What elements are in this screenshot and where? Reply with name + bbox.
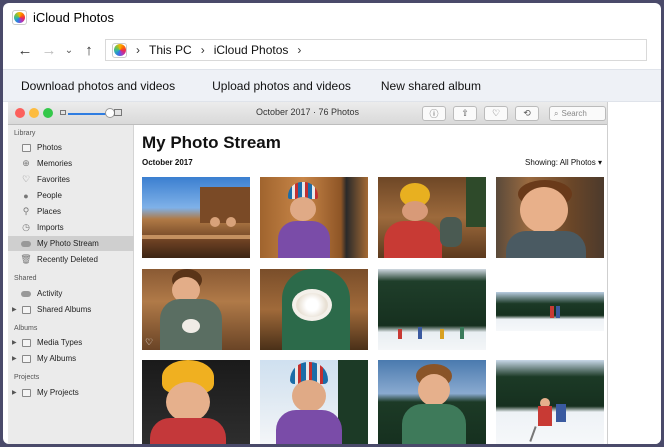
- photos-icon: [21, 143, 31, 152]
- breadcrumb-separator-icon: ›: [200, 43, 205, 57]
- search-icon: ⌕: [554, 108, 559, 118]
- heart-icon: ♡: [21, 174, 31, 184]
- sidebar-item-label: People: [37, 191, 62, 200]
- cloud-icon: [21, 289, 31, 298]
- sidebar-item-favorites[interactable]: ♡ Favorites: [8, 172, 134, 187]
- window-title: iCloud Photos: [33, 9, 114, 25]
- sidebar-item-label: Recently Deleted: [37, 255, 98, 264]
- title-bar: iCloud Photos: [3, 3, 661, 31]
- sidebar-item-label: My Photo Stream: [37, 239, 99, 248]
- photo-thumbnail[interactable]: [378, 269, 486, 350]
- page-title: My Photo Stream: [142, 133, 281, 152]
- sidebar-item-label: Activity: [37, 289, 63, 298]
- sidebar-item-label: My Albums: [37, 354, 77, 363]
- share-icon[interactable]: ⇧: [453, 106, 477, 121]
- sidebar-item-places[interactable]: ⚲ Places: [8, 204, 134, 219]
- favorite-heart-icon: ♡: [145, 337, 154, 347]
- sidebar-item-imports[interactable]: ◷ Imports: [8, 220, 134, 235]
- photos-app-window: October 2017 · 76 Photos ⓘ ⇧ ♡ ⟲ ⌕ Searc…: [8, 102, 608, 444]
- sidebar-item-activity[interactable]: Activity: [8, 286, 134, 301]
- search-placeholder: Search: [561, 109, 587, 118]
- sidebar-item-label: Favorites: [37, 175, 70, 184]
- clock-icon: ◷: [22, 222, 30, 232]
- breadcrumb-separator-icon[interactable]: ›: [297, 43, 301, 57]
- icloud-photos-path-icon: [112, 42, 127, 58]
- folder-icon: [21, 354, 31, 363]
- up-arrow-icon[interactable]: ↑: [77, 38, 101, 62]
- cloud-icon: [21, 239, 31, 248]
- path-box[interactable]: › This PC › iCloud Photos ›: [105, 39, 647, 61]
- sidebar-item-label: My Projects: [37, 388, 79, 397]
- folder-icon: [21, 388, 31, 397]
- disclosure-triangle-icon[interactable]: ▶: [12, 339, 17, 346]
- sidebar-item-label: Shared Albums: [37, 305, 92, 314]
- library-header: Library: [14, 130, 36, 137]
- search-field[interactable]: ⌕ Search: [549, 106, 606, 121]
- explorer-right-pane: [608, 102, 661, 444]
- projects-header: Projects: [14, 374, 40, 381]
- breadcrumb-icloud-photos[interactable]: iCloud Photos: [214, 43, 289, 57]
- person-icon: ●: [23, 190, 29, 201]
- albums-header: Albums: [14, 325, 38, 332]
- sidebar-item-shared-albums[interactable]: ▶ Shared Albums: [8, 302, 134, 317]
- icloud-photos-app-icon: [12, 9, 27, 25]
- sidebar-item-label: Memories: [37, 159, 73, 168]
- pin-icon: ⚲: [22, 206, 30, 216]
- download-photos-button[interactable]: Download photos and videos: [21, 79, 175, 93]
- disclosure-triangle-icon[interactable]: ▶: [12, 306, 17, 313]
- sidebar-item-label: Imports: [37, 223, 64, 232]
- photo-thumbnail[interactable]: [260, 177, 368, 258]
- shared-header: Shared: [14, 275, 37, 282]
- sidebar-item-label: Places: [37, 207, 62, 216]
- sidebar-item-memories[interactable]: ⊕ Memories: [8, 156, 134, 171]
- breadcrumb-separator-icon: ›: [136, 43, 140, 57]
- memories-icon: ⊕: [22, 158, 30, 168]
- sidebar-item-recently-deleted[interactable]: 🗑 Recently Deleted: [8, 252, 134, 267]
- forward-arrow-icon[interactable]: →: [37, 38, 61, 62]
- sidebar-item-my-photo-stream[interactable]: My Photo Stream: [8, 236, 134, 251]
- explorer-window: iCloud Photos ← → ⌄ ↑ › This PC › iCloud…: [3, 3, 661, 444]
- photo-stream-content: My Photo Stream October 2017 Showing: Al…: [135, 125, 607, 444]
- trash-icon: 🗑: [20, 254, 32, 264]
- recent-locations-chevron-icon[interactable]: ⌄: [61, 38, 77, 62]
- address-bar: ← → ⌄ ↑ › This PC › iCloud Photos ›: [3, 31, 661, 69]
- sidebar-item-photos[interactable]: Photos: [8, 140, 134, 155]
- chevron-down-icon: ▾: [597, 158, 602, 167]
- sidebar-item-label: Media Types: [37, 338, 83, 347]
- back-arrow-icon[interactable]: ←: [13, 38, 37, 62]
- showing-label: Showing: All Photos: [525, 158, 596, 167]
- photo-thumbnail[interactable]: ♡: [142, 269, 250, 350]
- disclosure-triangle-icon[interactable]: ▶: [12, 355, 17, 362]
- upload-photos-button[interactable]: Upload photos and videos: [212, 79, 351, 93]
- sidebar-item-label: Photos: [37, 143, 62, 152]
- favorite-heart-icon[interactable]: ♡: [484, 106, 508, 121]
- info-icon[interactable]: ⓘ: [422, 106, 446, 121]
- folder-icon: [21, 305, 31, 314]
- photos-toolbar: October 2017 · 76 Photos ⓘ ⇧ ♡ ⟲ ⌕ Searc…: [8, 102, 607, 125]
- breadcrumb-this-pc[interactable]: This PC: [149, 43, 192, 57]
- photo-thumbnail[interactable]: [496, 292, 604, 331]
- disclosure-triangle-icon[interactable]: ▶: [12, 389, 17, 396]
- photo-thumbnail[interactable]: [496, 360, 604, 444]
- new-shared-album-button[interactable]: New shared album: [381, 79, 481, 93]
- command-bar: Download photos and videos Upload photos…: [3, 69, 661, 102]
- sidebar-item-people[interactable]: ● People: [8, 188, 134, 203]
- sidebar-item-my-albums[interactable]: ▶ My Albums: [8, 351, 134, 366]
- photos-sidebar: Library Photos ⊕ Memories ♡ Favorites ● …: [8, 125, 134, 444]
- sidebar-item-media-types[interactable]: ▶ Media Types: [8, 335, 134, 350]
- showing-filter-dropdown[interactable]: Showing: All Photos ▾: [525, 158, 602, 167]
- sidebar-item-my-projects[interactable]: ▶ My Projects: [8, 385, 134, 400]
- photo-thumbnail[interactable]: [260, 360, 368, 444]
- month-header: October 2017: [142, 158, 193, 167]
- photo-thumbnail[interactable]: [260, 269, 368, 350]
- photo-thumbnail[interactable]: [142, 360, 250, 444]
- rotate-icon[interactable]: ⟲: [515, 106, 539, 121]
- photo-thumbnail[interactable]: [496, 177, 604, 258]
- photo-thumbnail[interactable]: [142, 177, 250, 258]
- photo-thumbnail[interactable]: [378, 360, 486, 444]
- photo-thumbnail[interactable]: [378, 177, 486, 258]
- folder-icon: [21, 338, 31, 347]
